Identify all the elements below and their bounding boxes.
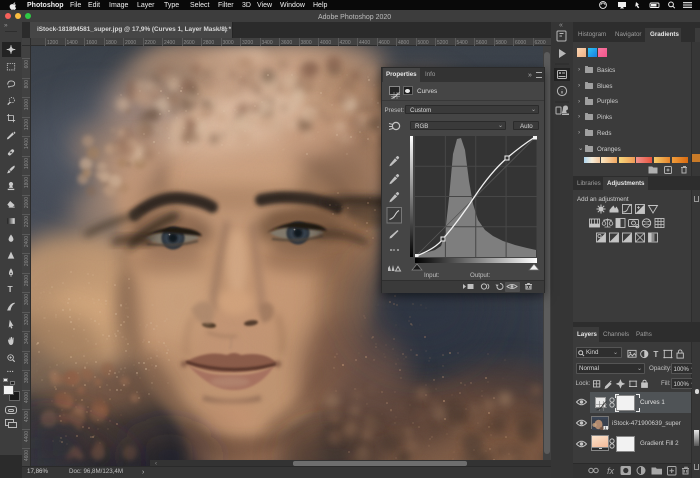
svg-text:fx: fx [607, 466, 615, 476]
svg-text:T: T [653, 350, 658, 359]
